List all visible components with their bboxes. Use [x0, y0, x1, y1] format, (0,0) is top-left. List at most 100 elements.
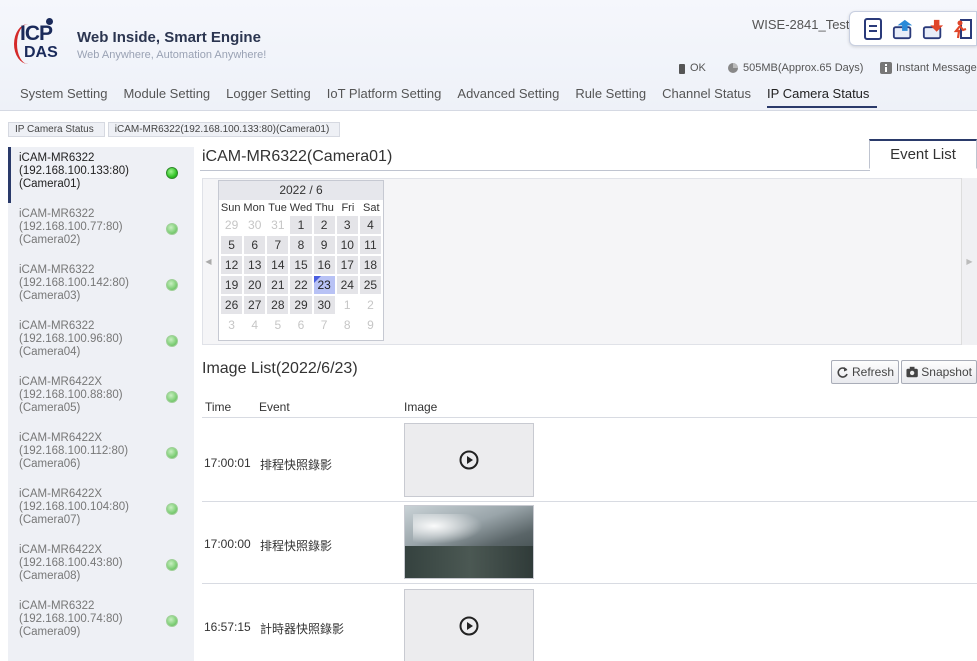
calendar-day[interactable]: 5	[221, 236, 243, 254]
camera-name: (Camera09)	[19, 626, 81, 638]
camera-name: (Camera03)	[19, 290, 81, 302]
camera-item-04[interactable]: iCAM-MR6322 (192.168.100.96:80) (Camera0…	[8, 315, 194, 371]
play-icon	[459, 616, 479, 636]
calendar-day[interactable]: 24	[336, 276, 358, 294]
calendar-day[interactable]: 25	[359, 276, 381, 294]
row-event: 排程快照錄影	[260, 539, 333, 553]
camera-name: (Camera02)	[19, 234, 81, 246]
calendar-day[interactable]: 4	[359, 216, 381, 234]
calendar-day[interactable]: 28	[267, 296, 289, 314]
calendar-day[interactable]: 6	[244, 236, 266, 254]
calendar-day[interactable]: 8	[336, 316, 358, 334]
nav-iot-platform-setting[interactable]: IoT Platform Setting	[327, 86, 450, 108]
breadcrumb-root[interactable]: IP Camera Status	[8, 122, 105, 137]
calendar-day[interactable]: 21	[267, 276, 289, 294]
storage-status: 505MB(Approx.65 Days)	[727, 62, 863, 74]
calendar-day[interactable]: 11	[359, 236, 381, 254]
nav-ip-camera-status[interactable]: IP Camera Status	[767, 86, 878, 108]
camera-sidebar: iCAM-MR6322 (192.168.100.133:80) (Camera…	[8, 147, 194, 661]
tab-event-list[interactable]: Event List	[869, 139, 977, 169]
camera-item-06[interactable]: iCAM-MR6422X (192.168.100.112:80) (Camer…	[8, 427, 194, 483]
calendar-day[interactable]: 18	[359, 256, 381, 274]
calendar-day-selected[interactable]: 23	[313, 276, 335, 294]
calendar-day[interactable]: 9	[359, 316, 381, 334]
nav-module-setting[interactable]: Module Setting	[123, 86, 218, 108]
logout-icon[interactable]	[952, 18, 974, 40]
camera-item-08[interactable]: iCAM-MR6422X (192.168.100.43:80) (Camera…	[8, 539, 194, 595]
calendar-day[interactable]: 1	[290, 216, 312, 234]
calendar-day[interactable]: 15	[290, 256, 312, 274]
weekday-label: Tue	[268, 202, 287, 214]
camera-item-01[interactable]: iCAM-MR6322 (192.168.100.133:80) (Camera…	[8, 147, 194, 203]
camera-item-05[interactable]: iCAM-MR6422X (192.168.100.88:80) (Camera…	[8, 371, 194, 427]
calendar-day[interactable]: 7	[267, 236, 289, 254]
calendar-day[interactable]: 30	[244, 216, 266, 234]
calendar-day[interactable]: 2	[313, 216, 335, 234]
top-toolbar	[849, 11, 977, 46]
camera-icon	[906, 366, 918, 378]
calendar-month-header: 2022 / 6	[219, 181, 383, 200]
calendar-day[interactable]: 27	[244, 296, 266, 314]
row-event: 排程快照錄影	[260, 458, 333, 472]
calendar-day[interactable]: 19	[221, 276, 243, 294]
calendar-day[interactable]: 9	[313, 236, 335, 254]
status-indicator-icon	[166, 223, 178, 235]
status-indicator-icon	[166, 335, 178, 347]
snapshot-button[interactable]: Snapshot	[901, 360, 977, 384]
snapshot-thumbnail[interactable]	[404, 505, 534, 579]
calendar-day[interactable]: 29	[221, 216, 243, 234]
camera-name: (Camera08)	[19, 570, 81, 582]
video-thumbnail[interactable]	[404, 423, 534, 497]
calendar-day[interactable]: 4	[244, 316, 266, 334]
calendar-day[interactable]: 26	[221, 296, 243, 314]
row-time: 17:00:00	[204, 537, 251, 551]
status-indicator-icon	[166, 559, 178, 571]
calendar-day[interactable]: 20	[244, 276, 266, 294]
status-indicator-icon	[166, 391, 178, 403]
status-indicator-icon	[166, 615, 178, 627]
scroll-left-icon[interactable]: ◀	[202, 178, 215, 345]
calendar-day[interactable]: 16	[313, 256, 335, 274]
calendar-day[interactable]: 14	[267, 256, 289, 274]
calendar-day[interactable]: 30	[313, 296, 335, 314]
camera-item-09[interactable]: iCAM-MR6322 (192.168.100.74:80) (Camera0…	[8, 595, 194, 651]
calendar-day[interactable]: 3	[221, 316, 243, 334]
calendar-day[interactable]: 12	[221, 256, 243, 274]
calendar-day[interactable]: 5	[267, 316, 289, 334]
calendar-day[interactable]: 8	[290, 236, 312, 254]
device-name: WISE-2841_Test	[752, 17, 850, 32]
calendar-day[interactable]: 17	[336, 256, 358, 274]
calendar-day[interactable]: 13	[244, 256, 266, 274]
scroll-right-icon[interactable]: ▶	[961, 178, 977, 345]
logo-text-bottom: DAS	[24, 44, 58, 61]
instant-message[interactable]: Instant Message	[880, 62, 977, 74]
weekday-label: Sat	[363, 202, 380, 214]
status-indicator-icon	[166, 167, 178, 179]
camera-item-07[interactable]: iCAM-MR6422X (192.168.100.104:80) (Camer…	[8, 483, 194, 539]
calendar-day[interactable]: 31	[267, 216, 289, 234]
calendar-day[interactable]: 2	[359, 296, 381, 314]
upload-icon[interactable]	[892, 18, 914, 40]
document-icon[interactable]	[862, 17, 884, 40]
calendar-day[interactable]: 3	[336, 216, 358, 234]
image-list-title: Image List(2022/6/23)	[202, 360, 358, 377]
camera-item-03[interactable]: iCAM-MR6322 (192.168.100.142:80) (Camera…	[8, 259, 194, 315]
calendar-day[interactable]: 10	[336, 236, 358, 254]
calendar-day[interactable]: 22	[290, 276, 312, 294]
calendar-day[interactable]: 29	[290, 296, 312, 314]
nav-logger-setting[interactable]: Logger Setting	[226, 86, 319, 108]
calendar-day[interactable]: 7	[313, 316, 335, 334]
row-event: 計時器快照錄影	[260, 622, 345, 636]
refresh-button[interactable]: Refresh	[831, 360, 900, 384]
nav-channel-status[interactable]: Channel Status	[662, 86, 759, 108]
video-thumbnail[interactable]	[404, 589, 534, 661]
calendar-day[interactable]: 6	[290, 316, 312, 334]
nav-system-setting[interactable]: System Setting	[20, 86, 115, 108]
storage-pie-icon	[728, 63, 738, 73]
nav-rule-setting[interactable]: Rule Setting	[575, 86, 654, 108]
nav-advanced-setting[interactable]: Advanced Setting	[457, 86, 567, 108]
calendar-day[interactable]: 1	[336, 296, 358, 314]
download-icon[interactable]	[922, 18, 944, 40]
message-icon	[880, 62, 892, 74]
camera-item-02[interactable]: iCAM-MR6322 (192.168.100.77:80) (Camera0…	[8, 203, 194, 259]
